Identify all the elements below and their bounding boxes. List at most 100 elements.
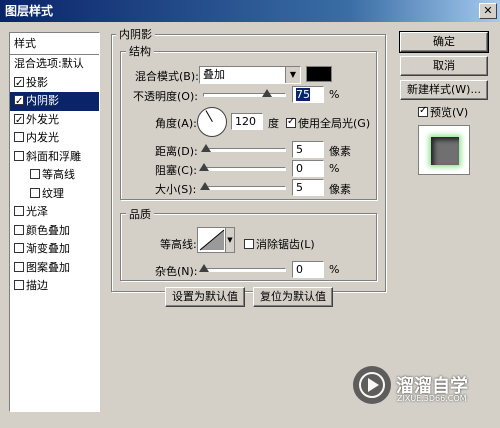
preview-checkbox[interactable]: 预览(V) [418,104,468,120]
styles-list-item[interactable]: 内发光 [10,129,99,148]
styles-list-item[interactable]: 混合选项:默认 [10,55,99,74]
angle-label: 角度(A): [155,117,197,130]
noise-slider-thumb[interactable] [199,264,209,272]
style-enable-checkbox[interactable] [30,187,40,198]
styles-list-item-label: 等高线 [42,168,75,181]
ok-button[interactable]: 确定 [399,31,489,53]
style-enable-checkbox[interactable] [14,261,24,272]
blend-mode-select[interactable]: 叠加 ▼ [199,66,301,84]
style-enable-checkbox[interactable] [14,224,24,235]
use-global-light-checkbox[interactable]: 使用全局光(G) [286,115,370,131]
styles-list-item-label: 图案叠加 [26,260,70,274]
styles-list-item[interactable]: 描边 [10,277,99,296]
noise-unit: % [329,263,340,276]
styles-list-item-label: 描边 [26,279,48,292]
close-button[interactable]: ✕ [479,3,497,19]
styles-list-item[interactable]: 外发光 [10,111,99,129]
style-enable-checkbox[interactable] [30,169,40,179]
opacity-slider[interactable] [203,89,286,97]
size-slider[interactable] [200,182,286,190]
quality-title: 品质 [126,206,154,222]
opacity-input[interactable]: 75 [292,86,324,103]
styles-list-item[interactable]: 纹理 [10,185,99,204]
styles-list-item[interactable]: 内阴影 [10,92,99,111]
noise-input[interactable]: 0 [292,261,324,278]
choke-slider-thumb[interactable] [199,163,209,171]
choke-input[interactable]: 0 [292,160,324,177]
angle-dial[interactable] [197,107,227,137]
preview-swatch [431,137,459,165]
window-title: 图层样式 [5,4,54,18]
watermark-url: ZIXUE.3D66.COM [397,394,467,403]
close-icon: ✕ [483,4,493,17]
style-enable-checkbox[interactable] [14,112,24,129]
noise-label: 杂色(N): [155,265,198,278]
styles-list-item-label: 内阴影 [26,94,59,107]
styles-list-item-label: 纹理 [42,186,64,200]
anti-alias-label: 消除锯齿(L) [256,238,315,251]
preview-check[interactable] [418,105,428,117]
choke-slider[interactable] [199,163,286,171]
window-title-bar: 图层样式 ✕ [0,0,500,22]
distance-slider[interactable] [201,144,286,152]
make-default-button[interactable]: 设置为默认值 [165,287,245,307]
style-enable-checkbox[interactable] [14,93,24,111]
angle-input[interactable]: 120 [231,113,263,130]
styles-list-item[interactable]: 颜色叠加 [10,222,99,241]
style-enable-checkbox[interactable] [14,132,24,142]
distance-slider-thumb[interactable] [201,144,211,152]
play-icon [359,372,385,398]
style-enable-checkbox[interactable] [14,243,24,253]
distance-label: 距离(D): [155,145,198,158]
reset-to-default-button[interactable]: 复位为默认值 [253,287,333,307]
inner-shadow-title: 内阴影 [116,26,155,42]
styles-list-item[interactable]: 光泽 [10,203,99,222]
watermark-logo [353,366,391,404]
styles-list-item-label: 投影 [26,75,48,89]
styles-list-item[interactable]: 投影 [10,74,99,92]
contour-picker[interactable]: ▼ [197,227,235,253]
styles-list-item[interactable]: 等高线 [10,166,99,185]
new-style-button[interactable]: 新建样式(W)... [400,80,488,100]
angle-unit: 度 [268,117,279,130]
styles-list-item[interactable]: 渐变叠加 [10,240,99,259]
styles-list-item[interactable]: 斜面和浮雕 [10,148,99,167]
styles-list-item-label: 外发光 [26,112,59,126]
blend-mode-value: 叠加 [203,68,225,81]
styles-list-panel: 样式 混合选项:默认投影内阴影外发光内发光斜面和浮雕等高线纹理光泽颜色叠加渐变叠… [9,32,100,412]
opacity-label: 不透明度(O): [133,90,198,103]
chevron-down-icon: ▼ [285,67,300,83]
choke-unit: % [329,162,340,175]
size-input[interactable]: 5 [292,179,324,196]
styles-list-item-label: 斜面和浮雕 [26,149,81,163]
styles-list: 混合选项:默认投影内阴影外发光内发光斜面和浮雕等高线纹理光泽颜色叠加渐变叠加图案… [10,55,99,296]
styles-list-item-label: 颜色叠加 [26,223,70,237]
styles-list-header[interactable]: 样式 [10,33,99,55]
style-enable-checkbox[interactable] [14,280,24,290]
styles-list-item-label: 渐变叠加 [26,242,70,255]
styles-list-item[interactable]: 图案叠加 [10,259,99,278]
use-global-light-check[interactable] [286,116,296,128]
chevron-down-icon: ▼ [225,228,234,252]
use-global-light-label: 使用全局光(G) [298,117,371,130]
opacity-unit: % [329,88,340,101]
opacity-slider-thumb[interactable] [262,89,272,97]
size-unit: 像素 [329,183,351,196]
anti-alias-checkbox[interactable]: 消除锯齿(L) [244,236,315,252]
contour-label: 等高线: [160,238,197,251]
size-label: 大小(S): [155,183,197,196]
shadow-color-swatch[interactable] [306,66,332,82]
distance-unit: 像素 [329,145,351,158]
style-enable-checkbox[interactable] [14,206,24,216]
cancel-button[interactable]: 取消 [400,56,488,76]
styles-list-item-label: 混合选项:默认 [14,57,84,70]
distance-input[interactable]: 5 [292,141,324,158]
size-slider-thumb[interactable] [200,182,210,190]
style-preview [418,125,470,175]
preview-label: 预览(V) [430,106,469,119]
style-enable-checkbox[interactable] [14,75,24,92]
styles-list-item-label: 内发光 [26,131,59,144]
anti-alias-check[interactable] [244,239,254,249]
noise-slider[interactable] [199,264,286,272]
style-enable-checkbox[interactable] [14,150,24,161]
